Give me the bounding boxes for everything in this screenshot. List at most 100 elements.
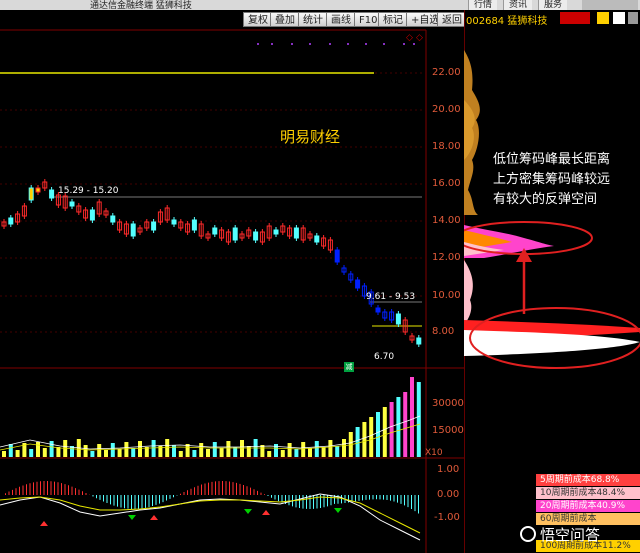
candle [334, 247, 340, 265]
candle [205, 231, 211, 241]
volume-bar [376, 412, 380, 457]
candle [157, 209, 163, 225]
volume-bar [110, 443, 115, 457]
volume-bar [396, 397, 401, 457]
status-flag-icon: 减 [344, 362, 354, 372]
candle [137, 225, 143, 235]
kline-chart[interactable]: ◇ ◇ [0, 0, 464, 553]
candle [123, 221, 129, 237]
axis-tick: 20.00 [432, 104, 461, 115]
volume-bar [104, 450, 108, 457]
candle [8, 215, 14, 227]
low-price-label: 6.70 [374, 352, 395, 362]
candle [314, 233, 320, 245]
candle [130, 221, 136, 239]
macd-tick: 0.00 [437, 489, 460, 500]
axis-tick: 18.00 [432, 141, 461, 152]
volume-bar [206, 449, 210, 457]
candle [382, 309, 388, 321]
volume-bar [362, 422, 367, 457]
candle [96, 199, 102, 217]
candle [35, 185, 41, 195]
volume-bar [321, 447, 326, 457]
volume-bar [124, 442, 129, 457]
candle [259, 229, 265, 245]
volume-bar [42, 448, 47, 457]
candle [266, 223, 272, 241]
volume-bar [165, 439, 170, 457]
mid-range-label: 9.61 - 9.53 [366, 292, 416, 302]
volume-bar [15, 450, 20, 457]
candle [253, 229, 259, 243]
candle [28, 185, 34, 203]
volume-bar [416, 382, 421, 457]
signal-arrows [40, 508, 342, 526]
volume-bar [260, 445, 265, 457]
note-line: 有较大的反弹空间 [493, 192, 598, 207]
volume-bar [131, 448, 136, 457]
window-controls[interactable] [582, 0, 638, 10]
volume-bar [8, 444, 13, 457]
volume-bar [301, 442, 306, 457]
candle [83, 207, 89, 221]
candle [15, 211, 21, 225]
volume-bar [287, 443, 292, 457]
volume-bar [56, 447, 61, 457]
volume-scale-label: X10 [425, 448, 443, 458]
menu-market[interactable]: 行情 [468, 0, 498, 10]
macd-histogram [5, 481, 419, 514]
volume-bar [83, 445, 88, 457]
candle [198, 221, 204, 239]
volume-bar [382, 407, 387, 457]
volume-tick: 30000 [432, 398, 464, 409]
menu-news[interactable]: 资讯 [503, 0, 533, 10]
candle [389, 309, 395, 323]
volume-bar [314, 441, 319, 457]
corner-marker: ◇ [406, 33, 413, 43]
volume-bar [389, 402, 394, 457]
candle [273, 227, 279, 237]
candle [348, 271, 354, 283]
axis-tick: 22.00 [432, 67, 461, 78]
cost-row-10: 10周期前成本48.4% [536, 487, 640, 499]
macd-tick: 1.00 [437, 464, 460, 475]
site-logo-text: 悟空问答 [540, 526, 601, 544]
volume-bar [233, 447, 238, 457]
candle [293, 225, 299, 241]
candle [49, 187, 55, 201]
menu-service[interactable]: 服务 [538, 0, 568, 10]
candle [219, 227, 225, 241]
volume-tick: 15000 [432, 425, 464, 436]
corner-marker-2: ◇ [416, 33, 423, 43]
candle [409, 333, 415, 343]
volume-bar [2, 451, 6, 457]
wukong-logo-icon [520, 526, 536, 542]
cost-row-5: 5周期前成本68.8% [536, 474, 640, 486]
volume-bar [151, 440, 156, 457]
candle [110, 213, 116, 225]
macd-tick: -1.00 [434, 512, 460, 523]
volume-bar [212, 442, 217, 457]
candle [76, 203, 82, 215]
candle [225, 229, 231, 245]
cost-row-20: 20周期前成本40.9% [536, 500, 640, 512]
candle [355, 277, 361, 291]
macd-dea-line [0, 496, 421, 534]
axis-tick: 8.00 [432, 326, 455, 337]
volume-bar [36, 442, 40, 457]
candle [164, 205, 170, 223]
axis-tick: 16.00 [432, 178, 461, 189]
candle [212, 225, 218, 237]
candle [341, 265, 347, 275]
volume-bar [308, 448, 312, 457]
axis-tick: 10.00 [432, 290, 461, 301]
volume-bar [410, 377, 414, 457]
candle [232, 225, 238, 243]
volume-bar [267, 451, 272, 457]
candle [103, 208, 109, 218]
volume-bar [192, 450, 197, 457]
candlesticks [1, 179, 422, 347]
volume-bar [29, 449, 34, 457]
volume-bar [369, 417, 374, 457]
volume-bar [294, 449, 299, 457]
